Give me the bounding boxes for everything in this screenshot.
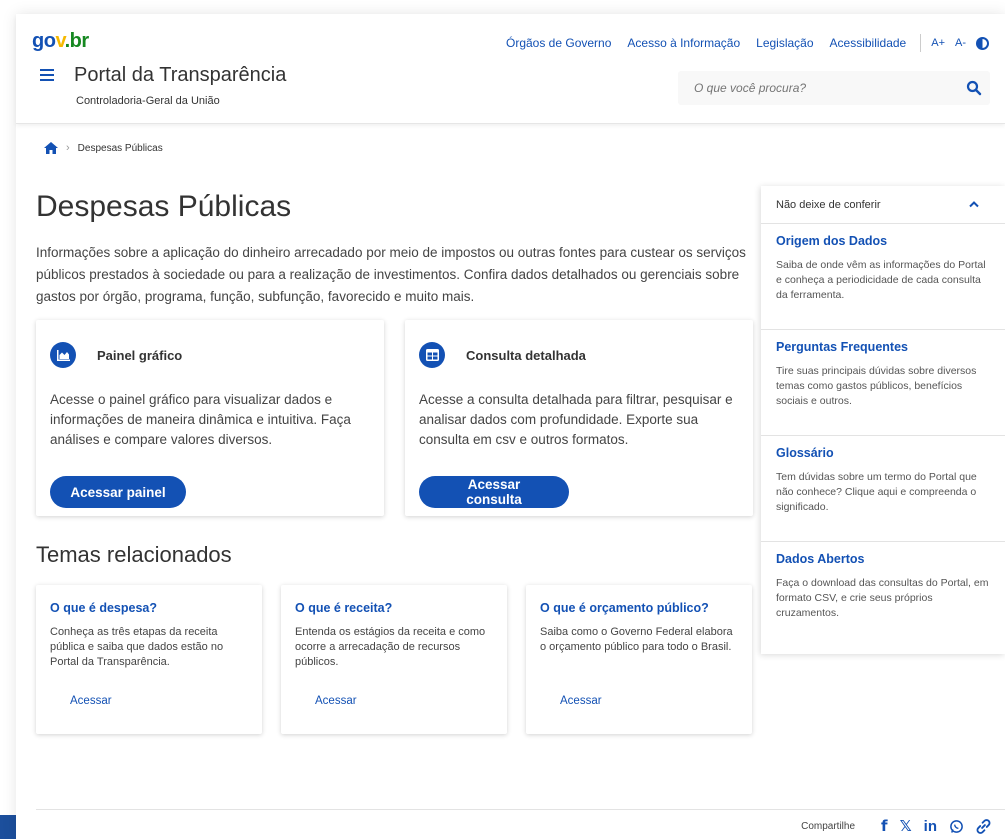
chevron-right-icon: ›	[66, 142, 70, 154]
chart-area-icon	[50, 342, 76, 368]
related-card-title[interactable]: O que é despesa?	[50, 601, 157, 615]
sidebar-item-title[interactable]: Dados Abertos	[776, 552, 864, 566]
linkedin-icon[interactable]: in	[924, 818, 937, 835]
sidebar-item-dados-abertos[interactable]: Dados Abertos Faça o download das consul…	[761, 542, 1005, 654]
breadcrumb-current: Despesas Públicas	[77, 142, 163, 154]
contrast-icon[interactable]	[976, 36, 989, 50]
sidebar-item-text: Faça o download das consultas do Portal,…	[776, 577, 989, 619]
page-title: Despesas Públicas	[36, 190, 292, 223]
link-acesso-a-informacao[interactable]: Acesso à Informação	[627, 36, 740, 50]
govbr-logo[interactable]: gov.br	[32, 30, 89, 53]
font-decrease-button[interactable]: A-	[955, 37, 966, 49]
card-consulta-detalhada: Consulta detalhada Acesse a consulta det…	[405, 320, 753, 516]
page: gov.br Órgãos de Governo Acesso à Inform…	[16, 14, 1005, 839]
related-card-despesa: O que é despesa? Conheça as três etapas …	[36, 585, 262, 734]
sidebar-item-origem-dos-dados[interactable]: Origem dos Dados Saiba de onde vêm as in…	[761, 224, 1005, 330]
related-card-text: Saiba como o Governo Federal elabora o o…	[540, 626, 733, 653]
related-card-link[interactable]: Acessar	[560, 695, 602, 707]
portal-subtitle: Controladoria-Geral da União	[76, 95, 220, 107]
share-bar: Compartilhe f 𝕏 in	[801, 817, 991, 835]
portal-title[interactable]: Portal da Transparência	[74, 64, 286, 87]
sidebar-item-title[interactable]: Glossário	[776, 446, 834, 460]
search-box	[678, 71, 990, 105]
logo-part-3: .br	[64, 30, 90, 52]
footer-divider	[36, 809, 1005, 810]
link-orgaos-de-governo[interactable]: Órgãos de Governo	[506, 36, 611, 50]
card-painel-grafico: Painel gráfico Acesse o painel gráfico p…	[36, 320, 384, 516]
font-increase-button[interactable]: A+	[931, 37, 945, 49]
sidebar-item-text: Tem dúvidas sobre um termo do Portal que…	[776, 471, 977, 513]
link-icon[interactable]	[976, 818, 991, 834]
link-legislacao[interactable]: Legislação	[756, 36, 813, 50]
sidebar-item-text: Saiba de onde vêm as informações do Port…	[776, 259, 986, 301]
logo-part-1: go	[32, 30, 56, 52]
card-title: Consulta detalhada	[466, 347, 586, 363]
logo-part-2: v	[55, 30, 65, 52]
site-header: gov.br Órgãos de Governo Acesso à Inform…	[16, 14, 1005, 124]
top-links: Órgãos de Governo Acesso à Informação Le…	[490, 34, 989, 52]
related-card-title[interactable]: O que é receita?	[295, 601, 392, 615]
search-input[interactable]	[678, 71, 958, 105]
sidebar-item-glossario[interactable]: Glossário Tem dúvidas sobre um termo do …	[761, 436, 1005, 542]
share-label: Compartilhe	[801, 820, 856, 832]
acessar-consulta-button[interactable]: Acessar consulta	[419, 476, 569, 508]
sidebar-item-title[interactable]: Origem dos Dados	[776, 234, 887, 248]
hamburger-menu-icon[interactable]	[40, 69, 54, 81]
home-icon[interactable]	[44, 142, 58, 154]
related-card-link[interactable]: Acessar	[70, 695, 112, 707]
sidebar-heading: Não deixe de conferir	[776, 199, 881, 211]
sidebar-header[interactable]: Não deixe de conferir	[761, 186, 1005, 224]
chevron-up-icon[interactable]	[969, 200, 979, 208]
related-card-orcamento: O que é orçamento público? Saiba como o …	[526, 585, 752, 734]
related-card-text: Conheça as três etapas da receita públic…	[50, 626, 224, 668]
related-card-title[interactable]: O que é orçamento público?	[540, 601, 709, 615]
acessar-painel-button[interactable]: Acessar painel	[50, 476, 186, 508]
related-card-link[interactable]: Acessar	[315, 695, 357, 707]
sidebar-item-text: Tire suas principais dúvidas sobre diver…	[776, 365, 977, 407]
sidebar-item-perguntas-frequentes[interactable]: Perguntas Frequentes Tire suas principai…	[761, 330, 1005, 436]
page-intro: Informações sobre a aplicação do dinheir…	[36, 245, 746, 304]
related-card-receita: O que é receita? Entenda os estágios da …	[281, 585, 507, 734]
card-text: Acesse a consulta detalhada para filtrar…	[419, 392, 733, 447]
whatsapp-icon[interactable]	[949, 819, 964, 834]
sidebar-nao-deixe-de-conferir: Não deixe de conferir Origem dos Dados S…	[761, 186, 1005, 654]
table-icon	[419, 342, 445, 368]
sidebar-item-title[interactable]: Perguntas Frequentes	[776, 340, 908, 354]
card-title: Painel gráfico	[97, 347, 183, 363]
link-acessibilidade[interactable]: Acessibilidade	[830, 36, 907, 50]
corner-tab	[0, 815, 16, 839]
breadcrumb: › Despesas Públicas	[44, 142, 163, 154]
related-topics-title: Temas relacionados	[36, 542, 232, 567]
facebook-icon[interactable]: f	[881, 817, 888, 835]
related-card-text: Entenda os estágios da receita e como oc…	[295, 626, 486, 668]
x-icon[interactable]: 𝕏	[900, 817, 912, 835]
search-icon[interactable]	[966, 80, 982, 96]
divider	[920, 34, 922, 52]
card-text: Acesse o painel gráfico para visualizar …	[50, 392, 351, 447]
